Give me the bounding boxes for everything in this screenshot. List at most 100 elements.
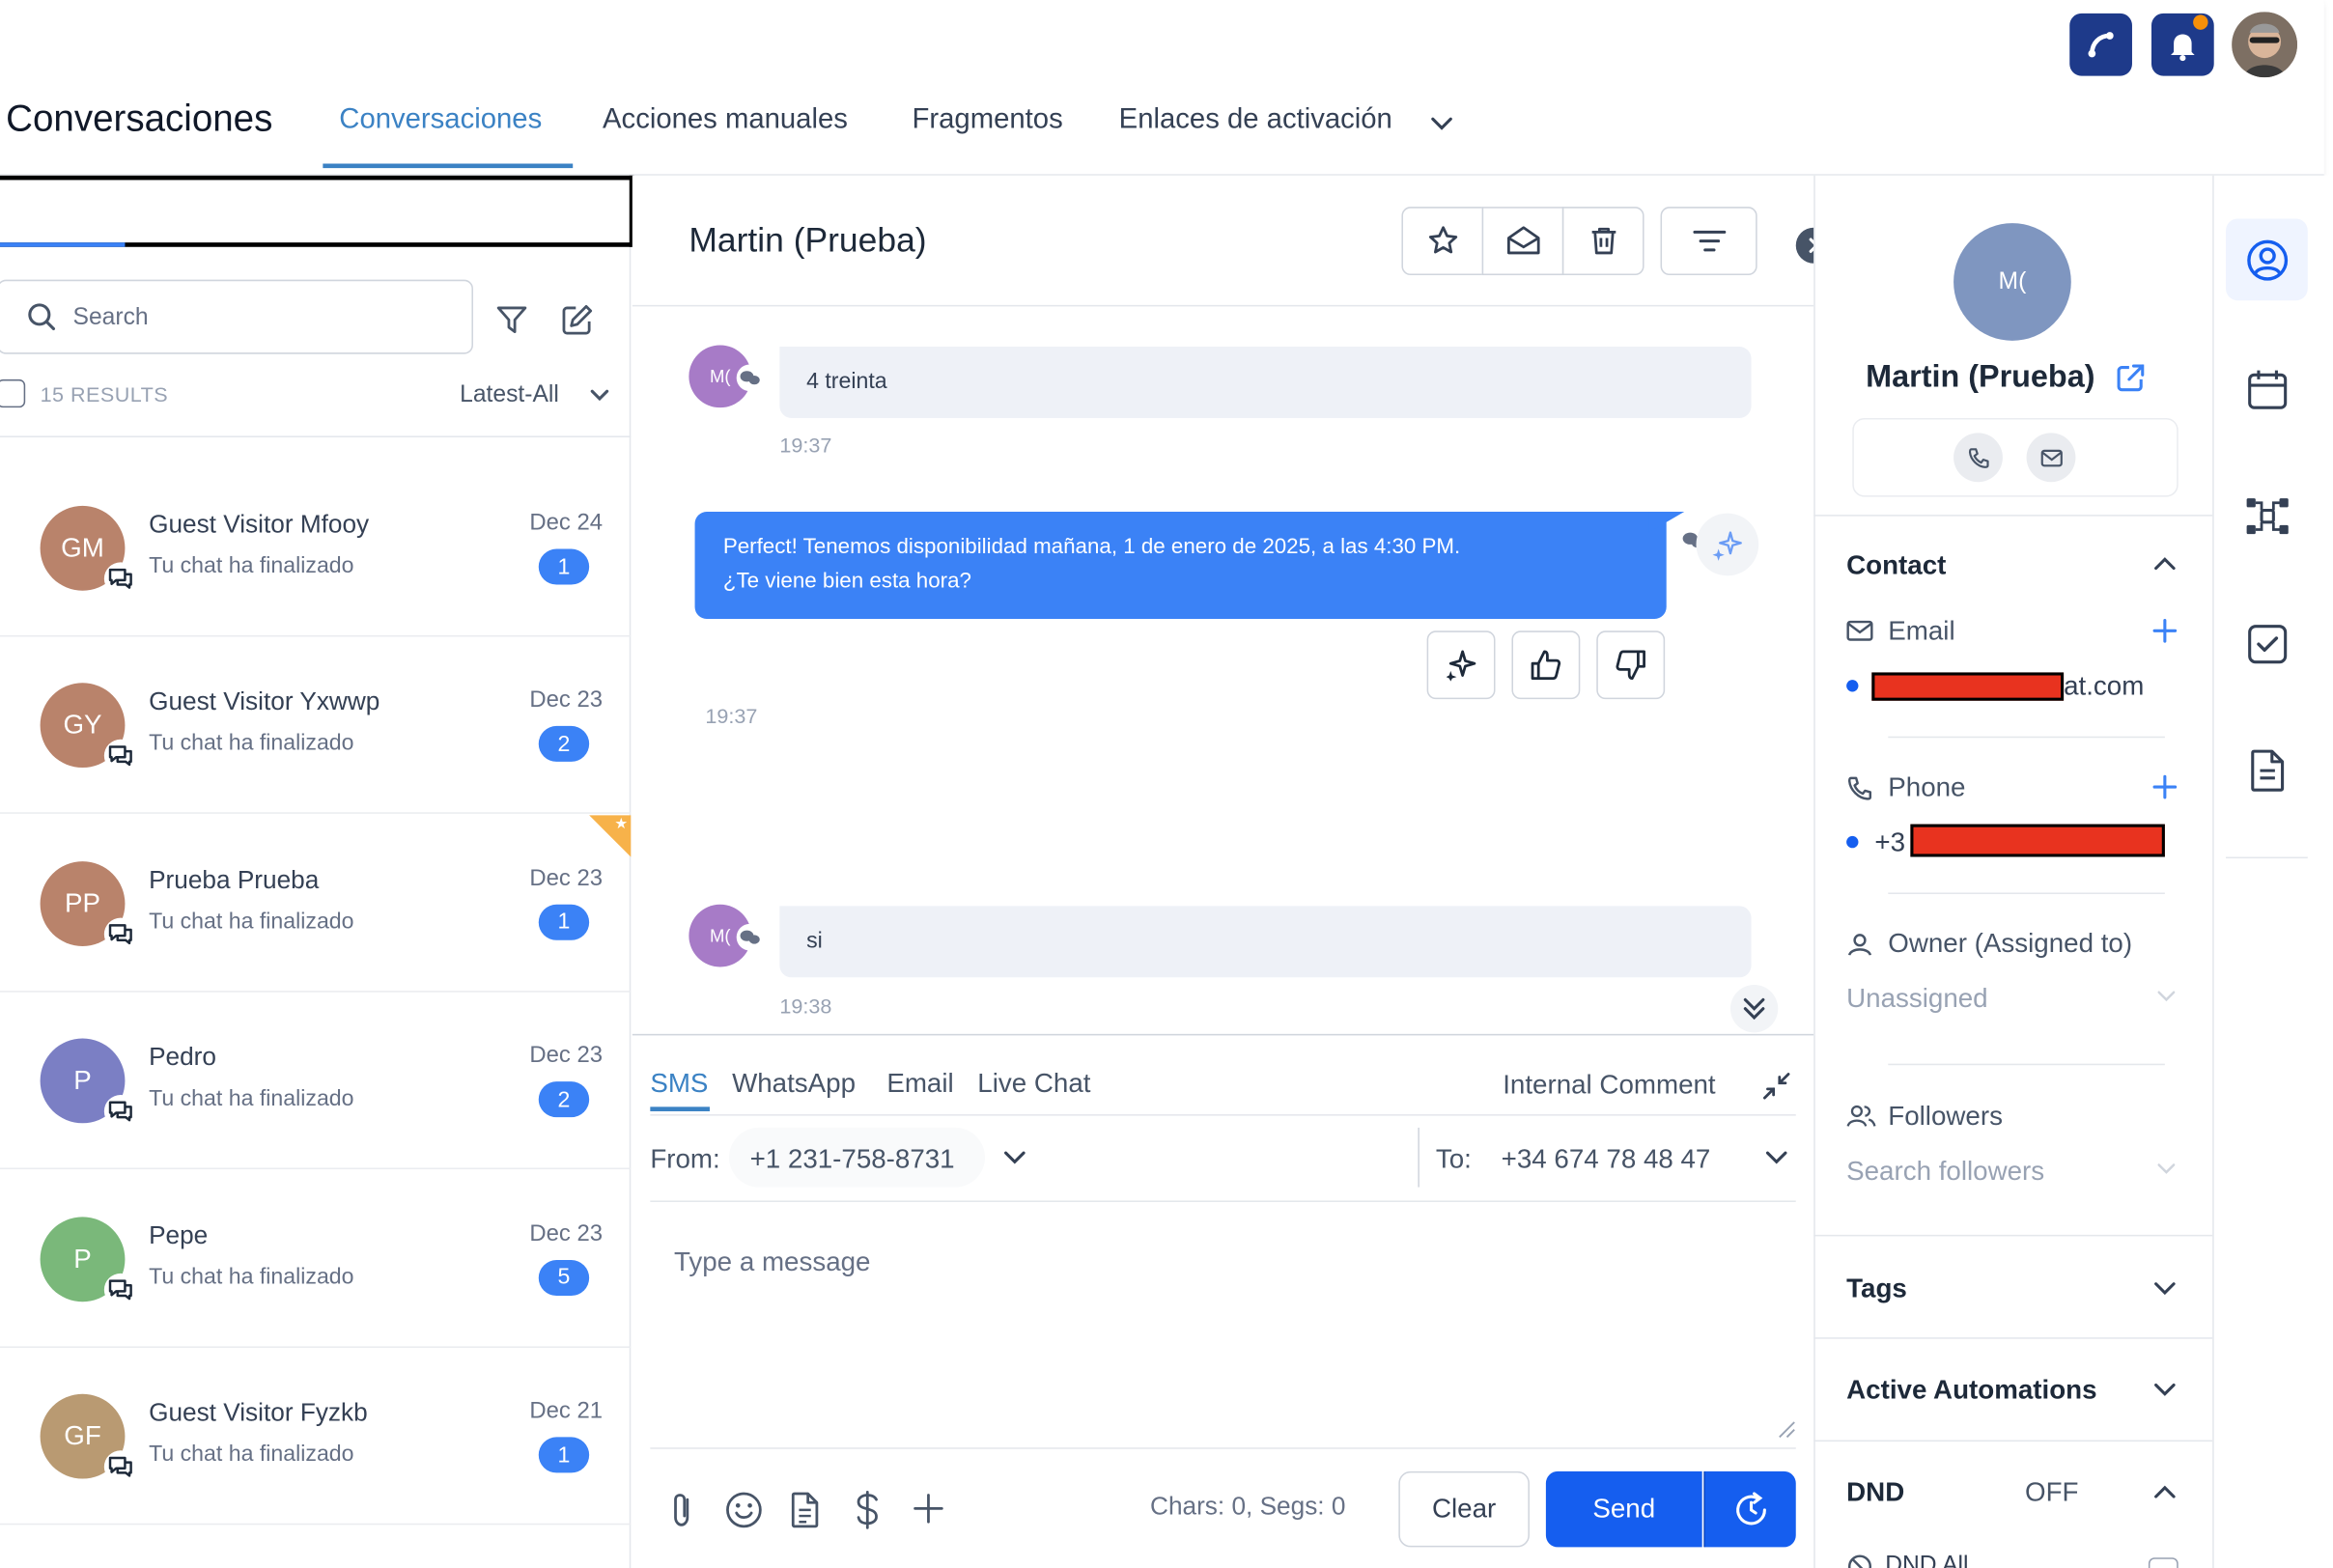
compose-icon[interactable] xyxy=(559,302,595,338)
conversation-preview: Tu chat ha finalizado xyxy=(149,731,354,757)
chevron-down-icon[interactable] xyxy=(1428,113,1455,134)
ai-rewrite-button[interactable] xyxy=(1426,630,1496,700)
channel-tab-sms[interactable]: SMS xyxy=(650,1068,708,1099)
conversation-row[interactable]: GY Guest Visitor Yxwwp Tu chat ha finaliza… xyxy=(0,637,632,815)
top-header xyxy=(0,0,2324,176)
search-followers-input[interactable]: Search followers xyxy=(1846,1156,2044,1187)
chevron-down-icon[interactable] xyxy=(2151,1278,2178,1300)
redacted-phone xyxy=(1910,824,2165,857)
channel-tab-whatsapp[interactable]: WhatsApp xyxy=(732,1068,856,1099)
chevron-down-icon[interactable] xyxy=(1763,1147,1790,1168)
message-time: 19:38 xyxy=(779,994,832,1018)
conversation-row[interactable]: P Pepe Tu chat ha finalizado Dec 23 5 xyxy=(0,1170,632,1348)
attachment-icon[interactable] xyxy=(665,1491,698,1529)
tasks-tab[interactable] xyxy=(2226,602,2308,685)
conversation-row[interactable]: GM Guest Visitor Mfooy Tu chat ha finaliza… xyxy=(0,460,632,637)
dnd-all-row[interactable]: DND All xyxy=(1846,1553,1969,1568)
emoji-icon[interactable] xyxy=(724,1491,763,1529)
conversation-name: Guest Visitor Mfooy xyxy=(149,510,370,539)
message-bubble-out xyxy=(694,512,1667,619)
chevron-up-icon[interactable] xyxy=(2151,553,2178,574)
chevron-down-icon[interactable] xyxy=(2154,1161,2178,1178)
checkbox-icon xyxy=(2246,623,2288,664)
automations-section-title[interactable]: Active Automations xyxy=(1846,1375,2096,1406)
contact-details-tab[interactable] xyxy=(2226,218,2308,301)
schedule-send-button[interactable] xyxy=(1703,1470,1796,1548)
call-contact-button[interactable] xyxy=(1954,433,2003,483)
calendar-tab[interactable] xyxy=(2226,349,2308,431)
external-link-icon[interactable] xyxy=(2116,363,2146,393)
message-bubble-in xyxy=(779,906,1752,978)
conversation-row[interactable]: GF Guest Visitor Fyzkb Tu chat ha finaliza… xyxy=(0,1348,632,1526)
divider xyxy=(650,1200,1796,1202)
contact-avatar: M( xyxy=(1954,223,2071,341)
conversation-date: Dec 23 xyxy=(529,865,604,891)
message-text: si xyxy=(806,928,823,954)
send-button[interactable]: Send xyxy=(1545,1470,1702,1548)
mark-unread-button[interactable] xyxy=(1481,207,1564,276)
thumbs-down-button[interactable] xyxy=(1596,630,1666,700)
workflows-tab[interactable] xyxy=(2226,476,2308,558)
scroll-bottom-icon[interactable] xyxy=(1729,985,1779,1033)
resize-handle-icon[interactable] xyxy=(1778,1420,1795,1439)
unread-count-badge: 1 xyxy=(538,904,590,940)
user-avatar[interactable] xyxy=(2232,12,2297,78)
payment-icon[interactable] xyxy=(851,1489,884,1530)
notes-tab[interactable] xyxy=(2226,729,2308,811)
chat-bubble-icon xyxy=(103,1450,137,1484)
chevron-down-icon[interactable] xyxy=(1001,1147,1028,1168)
conversation-name: Guest Visitor Fyzkb xyxy=(149,1398,368,1427)
channel-tab-email[interactable]: Email xyxy=(886,1068,953,1099)
message-text-line2: ¿Te viene bien esta hora? xyxy=(722,570,971,594)
unread-count-badge: 2 xyxy=(538,1081,590,1118)
add-phone-icon[interactable] xyxy=(2151,773,2178,800)
contact-section-title[interactable]: Contact xyxy=(1846,550,1946,581)
tab-conversaciones[interactable]: Conversaciones xyxy=(339,104,542,137)
chevron-down-icon[interactable] xyxy=(2151,1379,2178,1400)
internal-comment-tab[interactable]: Internal Comment xyxy=(1503,1070,1715,1101)
template-icon[interactable] xyxy=(787,1491,823,1529)
tags-section-title[interactable]: Tags xyxy=(1846,1274,1907,1304)
thumbs-up-button[interactable] xyxy=(1511,630,1581,700)
search-input[interactable] xyxy=(0,279,473,354)
tab-enlaces-activacion[interactable]: Enlaces de activación xyxy=(1119,104,1392,137)
phone-value[interactable]: +3 xyxy=(1874,827,1905,858)
conversation-row[interactable]: PP Prueba Prueba Tu chat ha finalizado Dec … xyxy=(0,815,632,993)
star-button[interactable] xyxy=(1401,207,1484,276)
delete-button[interactable] xyxy=(1561,207,1644,276)
from-label: From: xyxy=(650,1143,720,1174)
conversation-preview: Tu chat ha finalizado xyxy=(149,1264,354,1290)
dnd-section-title[interactable]: DND xyxy=(1846,1477,1904,1508)
network-icon xyxy=(2243,494,2291,539)
user-icon xyxy=(1846,932,1873,959)
chevron-down-icon[interactable] xyxy=(2154,988,2178,1005)
select-all-checkbox[interactable] xyxy=(0,378,26,408)
conversation-row[interactable]: P Pedro Tu chat ha finalizado Dec 23 2 xyxy=(0,993,632,1170)
collapse-composer-icon[interactable] xyxy=(1761,1071,1791,1101)
email-contact-button[interactable] xyxy=(2026,433,2076,483)
owner-select[interactable]: Unassigned xyxy=(1846,983,1987,1014)
filter-icon[interactable] xyxy=(494,302,530,338)
search-placeholder: Search xyxy=(72,304,149,331)
dnd-all-checkbox[interactable] xyxy=(2148,1557,2178,1568)
tab-fragmentos[interactable]: Fragmentos xyxy=(913,104,1063,137)
conversation-name: Guest Visitor Yxwwp xyxy=(149,687,380,716)
chat-bubble-icon xyxy=(103,1095,137,1129)
phone-call-button[interactable] xyxy=(2069,13,2132,76)
channel-tab-live-chat[interactable]: Live Chat xyxy=(977,1068,1090,1099)
to-number[interactable]: +34 674 78 48 47 xyxy=(1502,1144,1711,1175)
clear-button[interactable]: Clear xyxy=(1398,1470,1530,1548)
chat-bubble-icon xyxy=(103,1273,137,1306)
chevron-up-icon[interactable] xyxy=(2151,1482,2178,1503)
sort-select[interactable]: Latest-All xyxy=(460,382,559,409)
email-value[interactable]: at.com xyxy=(2064,671,2144,702)
divider xyxy=(1418,1127,1419,1188)
filter-lines-button[interactable] xyxy=(1660,207,1757,276)
dnd-all-label: DND All xyxy=(1885,1553,1969,1568)
conversation-preview: Tu chat ha finalizado xyxy=(149,1086,354,1112)
add-email-icon[interactable] xyxy=(2151,617,2178,644)
divider xyxy=(1813,515,2213,517)
chevron-down-icon[interactable] xyxy=(588,385,612,406)
plus-icon[interactable] xyxy=(913,1492,945,1525)
tab-acciones-manuales[interactable]: Acciones manuales xyxy=(603,104,848,137)
